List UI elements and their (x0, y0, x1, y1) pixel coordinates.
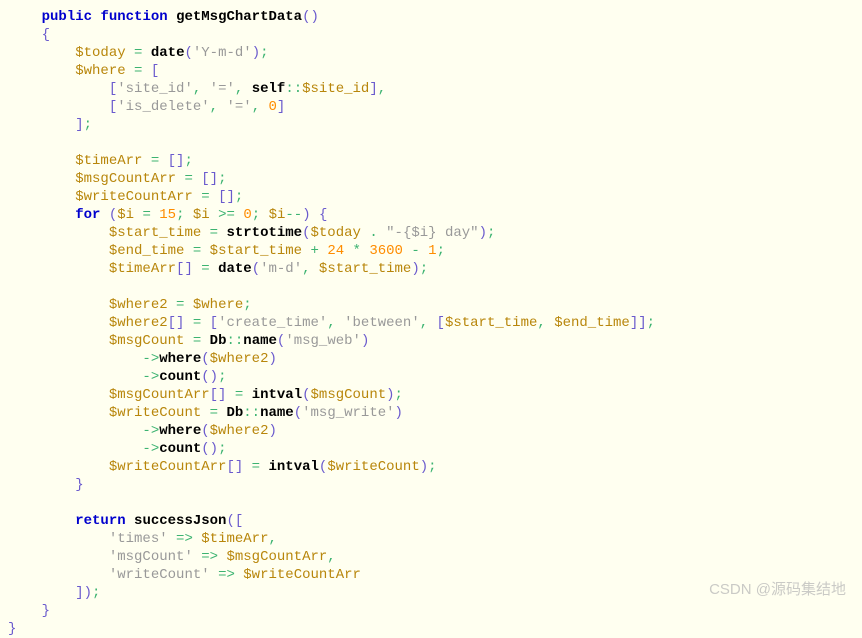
str: 'create_time' (218, 315, 327, 331)
function-name: getMsgChartData (176, 9, 302, 25)
var: $writeCountArr (109, 459, 227, 475)
var: $timeArr (201, 531, 268, 547)
keyword-return: return (75, 513, 125, 529)
cls: Db (226, 405, 243, 421)
str: '=' (210, 81, 235, 97)
fn: successJson (134, 513, 226, 529)
var-where: $where (75, 63, 125, 79)
cls: Db (210, 333, 227, 349)
str: 'writeCount' (109, 567, 210, 583)
var: $msgCountArr (109, 387, 210, 403)
num: 15 (159, 207, 176, 223)
var: $msgCount (109, 333, 185, 349)
var: $where (193, 297, 243, 313)
var-today: $today (75, 45, 125, 61)
str: 'is_delete' (117, 99, 209, 115)
str: 'Y-m-d' (193, 45, 252, 61)
var: $writeCountArr (75, 189, 193, 205)
fn: where (159, 351, 201, 367)
str: 'msg_write' (302, 405, 394, 421)
num: 1 (428, 243, 436, 259)
str: 'between' (344, 315, 420, 331)
var: $start_time (445, 315, 537, 331)
var: $where2 (210, 423, 269, 439)
keyword-function: function (100, 9, 167, 25)
fn: strtotime (226, 225, 302, 241)
var: $writeCountArr (243, 567, 361, 583)
code-block: public function getMsgChartData() { $tod… (0, 8, 862, 638)
prop: $site_id (302, 81, 369, 97)
var: $where2 (109, 297, 168, 313)
str: 'msg_web' (285, 333, 361, 349)
var: $start_time (319, 261, 411, 277)
str: '=' (226, 99, 251, 115)
var: $msgCount (311, 387, 387, 403)
var-i: $i (117, 207, 134, 223)
num: 24 (327, 243, 344, 259)
num: 0 (243, 207, 251, 223)
str: 'msgCount' (109, 549, 193, 565)
var: $today (311, 225, 361, 241)
fn: name (243, 333, 277, 349)
fn-date: date (151, 45, 185, 61)
var: $where2 (109, 315, 168, 331)
var: $msgCountArr (75, 171, 176, 187)
fn: intval (268, 459, 318, 475)
fn: date (218, 261, 252, 277)
var: $end_time (554, 315, 630, 331)
keyword-public: public (42, 9, 92, 25)
num: 0 (269, 99, 277, 115)
var: $where2 (210, 351, 269, 367)
var: $writeCount (327, 459, 419, 475)
var: $writeCount (109, 405, 201, 421)
fn: intval (252, 387, 302, 403)
fn: count (159, 369, 201, 385)
var-i: $i (269, 207, 286, 223)
var: $end_time (109, 243, 185, 259)
var: $timeArr (75, 153, 142, 169)
var-i: $i (193, 207, 210, 223)
var: $start_time (109, 225, 201, 241)
str: 'times' (109, 531, 168, 547)
self-kw: self (252, 81, 286, 97)
num: 3600 (369, 243, 403, 259)
keyword-for: for (75, 207, 100, 223)
fn: where (159, 423, 201, 439)
var: $start_time (210, 243, 302, 259)
var: $timeArr (109, 261, 176, 277)
str: 'site_id' (117, 81, 193, 97)
fn: count (159, 441, 201, 457)
var: $msgCountArr (226, 549, 327, 565)
str: "-{$i} day" (386, 225, 478, 241)
str: 'm-d' (260, 261, 302, 277)
fn: name (260, 405, 294, 421)
